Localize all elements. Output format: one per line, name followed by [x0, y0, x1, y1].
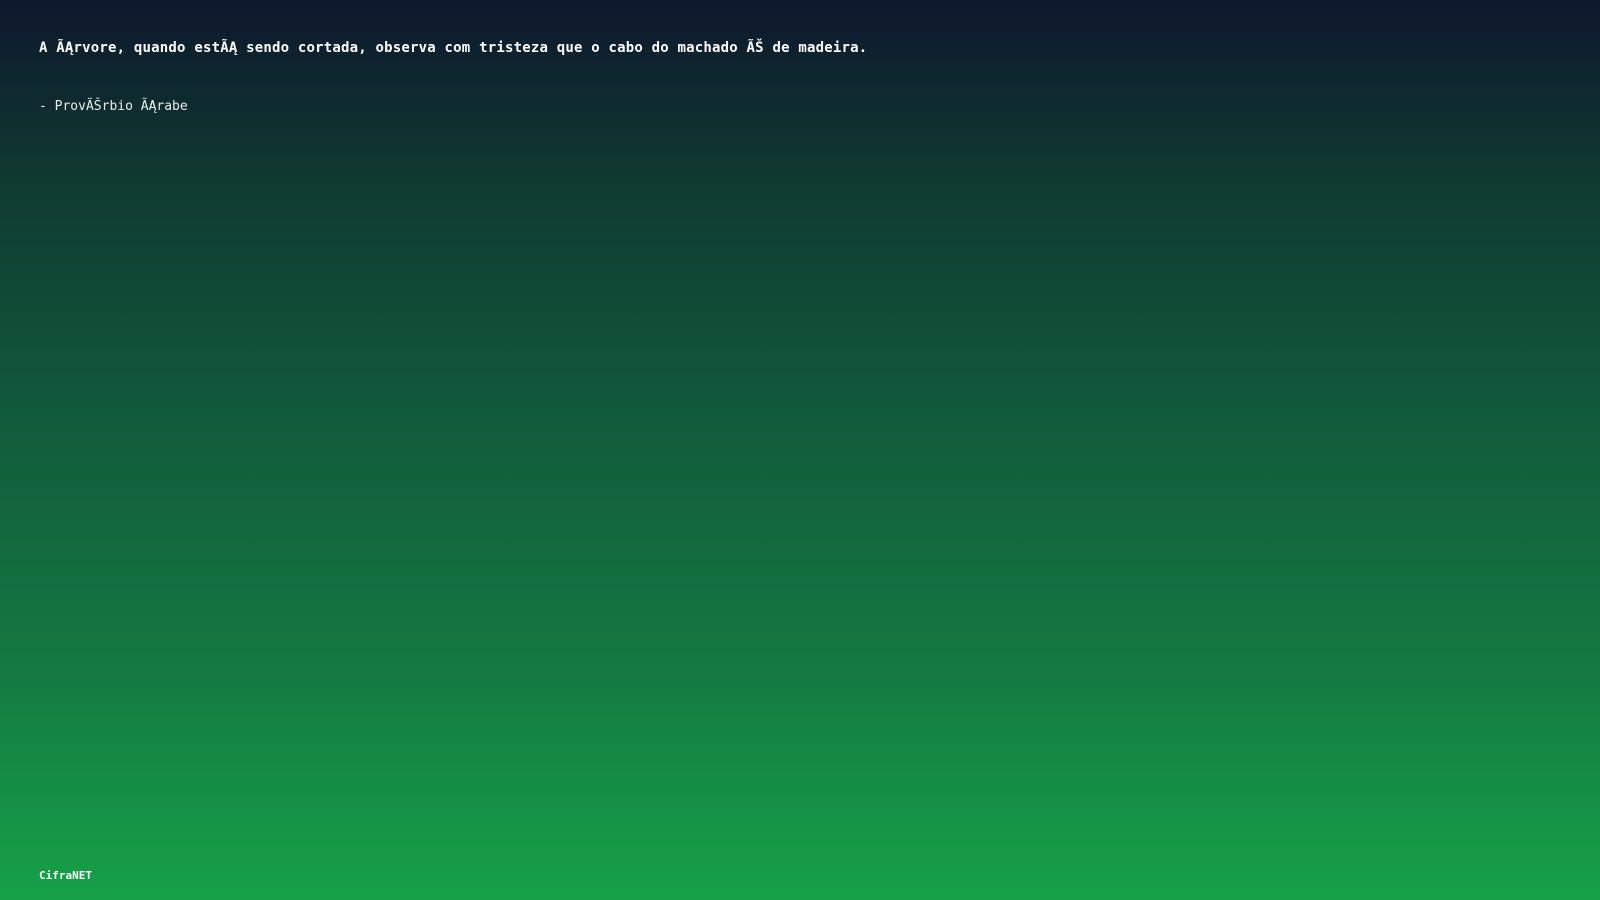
quote-author: - ProvÃŠrbio ÃĄrabe: [39, 99, 188, 114]
quote-screen: A ÃĄrvore, quando estÃĄ sendo cortada, o…: [0, 0, 1600, 900]
quote-text: A ÃĄrvore, quando estÃĄ sendo cortada, o…: [39, 40, 868, 56]
brand-label: CifraNET: [39, 869, 92, 882]
